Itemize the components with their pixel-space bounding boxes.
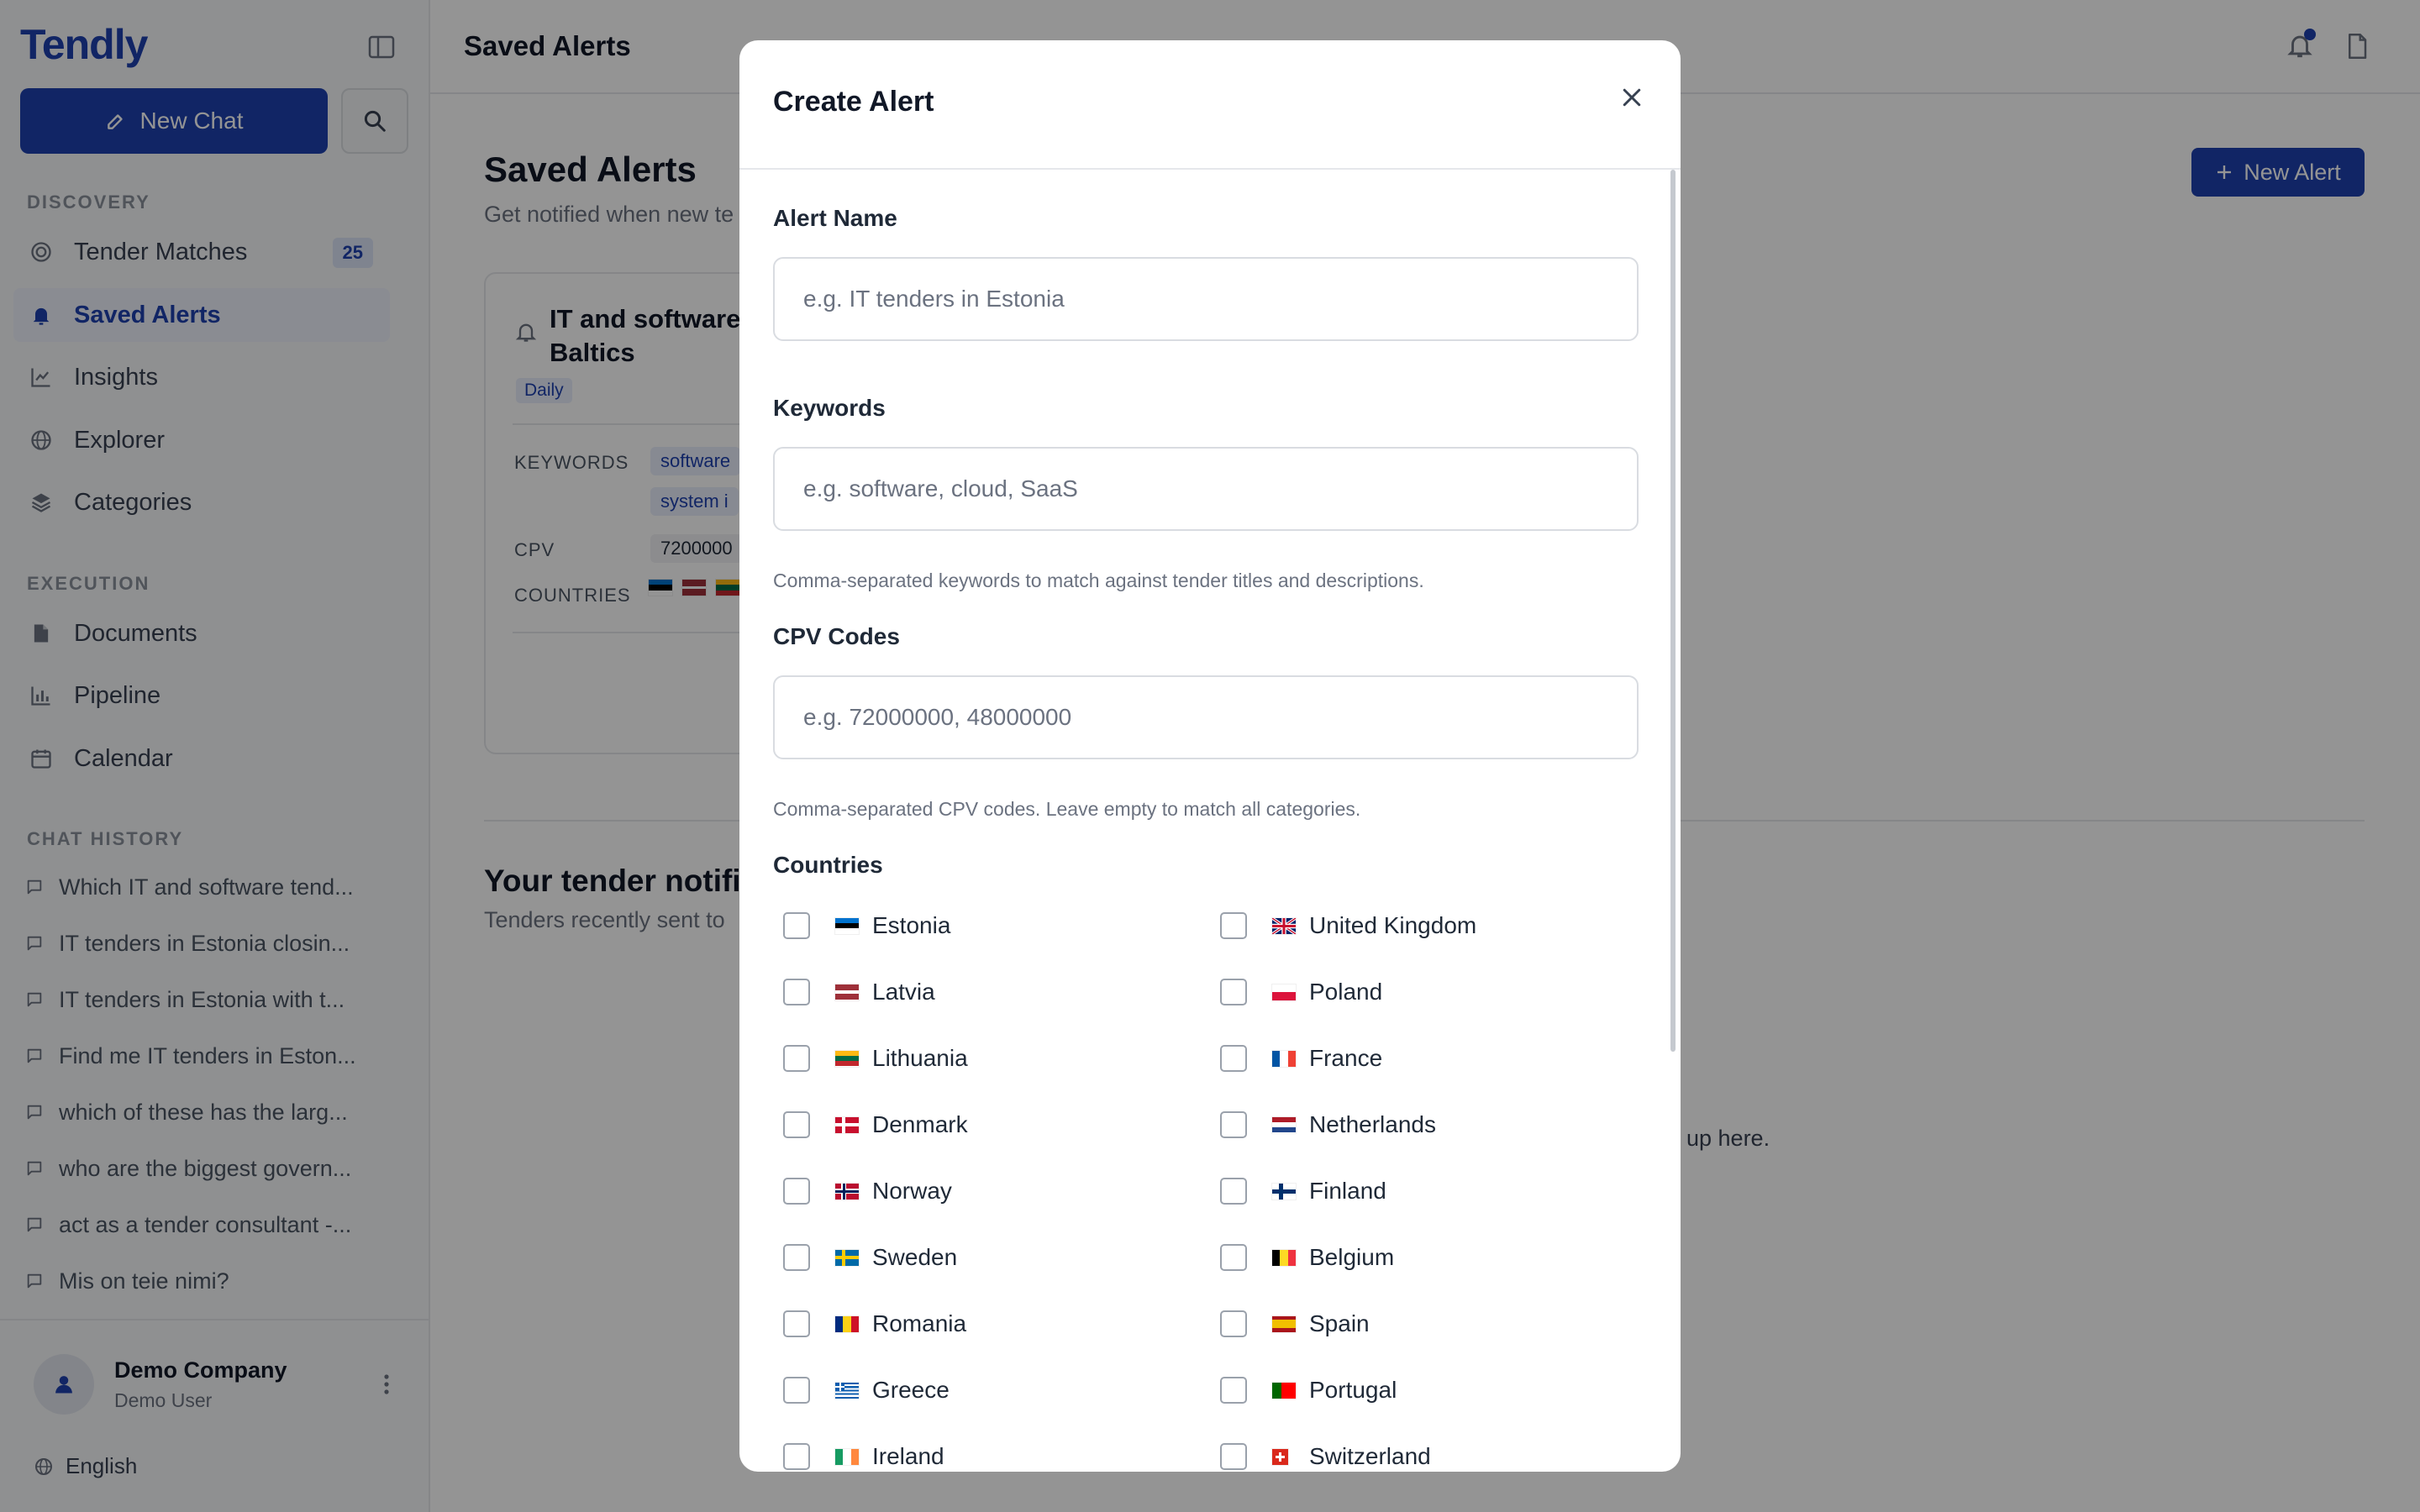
checkbox[interactable]	[1220, 979, 1247, 1005]
country-option-ireland[interactable]: Ireland	[783, 1438, 944, 1472]
flag-greece-icon	[835, 1382, 859, 1399]
country-label: Switzerland	[1309, 1443, 1431, 1469]
country-option-sweden[interactable]: Sweden	[783, 1239, 957, 1276]
checkbox[interactable]	[783, 1178, 810, 1205]
checkbox[interactable]	[1220, 1045, 1247, 1072]
flag-poland-icon	[1272, 984, 1296, 1000]
country-label: Finland	[1309, 1178, 1386, 1204]
checkbox[interactable]	[783, 1377, 810, 1404]
flag-estonia-icon	[835, 917, 859, 934]
country-option-romania[interactable]: Romania	[783, 1305, 966, 1342]
checkbox[interactable]	[783, 1244, 810, 1271]
dialog-title: Create Alert	[773, 86, 934, 118]
country-label: Norway	[872, 1178, 952, 1204]
country-option-poland[interactable]: Poland	[1220, 974, 1382, 1011]
cpv-codes-input[interactable]	[773, 675, 1639, 759]
country-option-netherlands[interactable]: Netherlands	[1220, 1106, 1436, 1143]
flag-denmark-icon	[835, 1116, 859, 1133]
checkbox[interactable]	[1220, 1111, 1247, 1138]
checkbox[interactable]	[783, 1111, 810, 1138]
keywords-label: Keywords	[773, 395, 886, 421]
country-label: France	[1309, 1045, 1383, 1071]
close-button[interactable]	[1608, 74, 1655, 121]
flag-france-icon	[1272, 1050, 1296, 1067]
keywords-hint: Comma-separated keywords to match agains…	[773, 570, 1424, 591]
flag-latvia-icon	[835, 984, 859, 1000]
country-option-greece[interactable]: Greece	[783, 1372, 950, 1409]
country-option-united-kingdom[interactable]: United Kingdom	[1220, 907, 1476, 944]
country-option-france[interactable]: France	[1220, 1040, 1382, 1077]
checkbox[interactable]	[783, 1310, 810, 1337]
country-label: Spain	[1309, 1310, 1370, 1336]
flag-ireland-icon	[835, 1448, 859, 1465]
checkbox[interactable]	[1220, 1244, 1247, 1271]
country-label: Denmark	[872, 1111, 968, 1137]
flag-finland-icon	[1272, 1183, 1296, 1200]
checkbox[interactable]	[1220, 1310, 1247, 1337]
country-label: Ireland	[872, 1443, 944, 1469]
checkbox[interactable]	[1220, 1377, 1247, 1404]
checkbox[interactable]	[1220, 1443, 1247, 1470]
country-option-latvia[interactable]: Latvia	[783, 974, 935, 1011]
flag-portugal-icon	[1272, 1382, 1296, 1399]
keywords-input[interactable]	[773, 447, 1639, 531]
flag-switzerland-icon	[1272, 1448, 1288, 1465]
country-label: Belgium	[1309, 1244, 1395, 1270]
countries-label: Countries	[773, 852, 883, 878]
country-label: Sweden	[872, 1244, 958, 1270]
cpv-codes-label: CPV Codes	[773, 623, 900, 649]
checkbox[interactable]	[1220, 1178, 1247, 1205]
flag-belgium-icon	[1272, 1249, 1296, 1266]
country-option-norway[interactable]: Norway	[783, 1173, 952, 1210]
country-option-switzerland[interactable]: Switzerland	[1220, 1438, 1431, 1472]
country-option-belgium[interactable]: Belgium	[1220, 1239, 1394, 1276]
alert-name-input[interactable]	[773, 257, 1639, 341]
checkbox[interactable]	[783, 1045, 810, 1072]
checkbox[interactable]	[783, 979, 810, 1005]
create-alert-dialog: Create Alert Alert Name Keywords Comma-s…	[739, 40, 1681, 1472]
country-label: Romania	[872, 1310, 967, 1336]
dialog-scrollbar[interactable]	[1670, 170, 1676, 1052]
country-option-denmark[interactable]: Denmark	[783, 1106, 968, 1143]
alert-name-label: Alert Name	[773, 205, 897, 231]
country-label: Netherlands	[1309, 1111, 1436, 1137]
country-label: Poland	[1309, 979, 1383, 1005]
country-option-estonia[interactable]: Estonia	[783, 907, 950, 944]
country-option-portugal[interactable]: Portugal	[1220, 1372, 1397, 1409]
checkbox[interactable]	[783, 912, 810, 939]
checkbox[interactable]	[1220, 912, 1247, 939]
flag-lithuania-icon	[835, 1050, 859, 1067]
country-label: Estonia	[872, 912, 951, 938]
flag-netherlands-icon	[1272, 1116, 1296, 1133]
checkbox[interactable]	[783, 1443, 810, 1470]
country-option-spain[interactable]: Spain	[1220, 1305, 1370, 1342]
country-label: Latvia	[872, 979, 935, 1005]
country-label: Greece	[872, 1377, 950, 1403]
country-option-lithuania[interactable]: Lithuania	[783, 1040, 968, 1077]
flag-united-kingdom-icon	[1272, 917, 1296, 934]
country-label: United Kingdom	[1309, 912, 1477, 938]
flag-romania-icon	[835, 1315, 859, 1332]
country-label: Portugal	[1309, 1377, 1397, 1403]
dialog-header: Create Alert	[739, 40, 1681, 170]
flag-spain-icon	[1272, 1315, 1296, 1332]
close-icon	[1623, 88, 1641, 107]
flag-norway-icon	[835, 1183, 859, 1200]
country-label: Lithuania	[872, 1045, 968, 1071]
cpv-hint: Comma-separated CPV codes. Leave empty t…	[773, 798, 1361, 820]
flag-sweden-icon	[835, 1249, 859, 1266]
country-option-finland[interactable]: Finland	[1220, 1173, 1386, 1210]
